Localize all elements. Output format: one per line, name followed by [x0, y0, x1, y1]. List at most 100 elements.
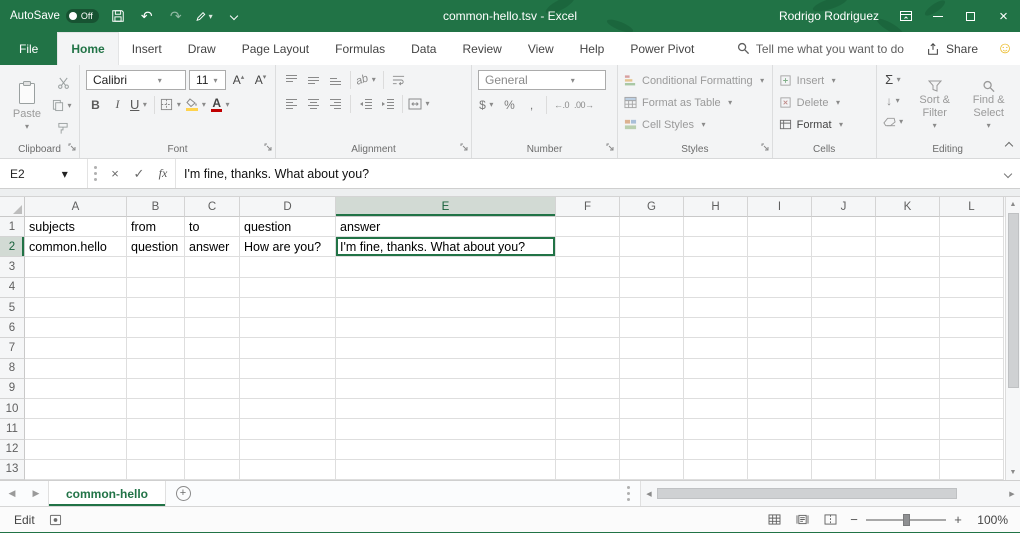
scroll-left-icon[interactable]: ◀: [641, 490, 657, 498]
conditional-formatting-button[interactable]: Conditional Formatting: [624, 70, 767, 91]
cell-L3[interactable]: [940, 257, 1004, 277]
cancel-entry-button[interactable]: ×: [103, 159, 127, 188]
cell-C7[interactable]: [185, 338, 240, 358]
fill-button[interactable]: ↓: [883, 91, 906, 110]
column-header-C[interactable]: C: [185, 197, 240, 217]
underline-button[interactable]: U: [130, 95, 149, 114]
fill-color-button[interactable]: [186, 95, 208, 114]
cell-A13[interactable]: [25, 460, 127, 480]
cell-C12[interactable]: [185, 440, 240, 460]
align-center-button[interactable]: [304, 94, 323, 113]
ribbon-display-options-button[interactable]: [891, 0, 921, 32]
styles-dialog-launcher[interactable]: [761, 143, 769, 154]
cell-C3[interactable]: [185, 257, 240, 277]
cell-C11[interactable]: [185, 419, 240, 439]
cell-I10[interactable]: [748, 399, 812, 419]
cell-A5[interactable]: [25, 298, 127, 318]
row-header-8[interactable]: 8: [0, 359, 25, 379]
scroll-up-icon[interactable]: ▲: [1010, 197, 1017, 212]
row-header-13[interactable]: 13: [0, 460, 25, 480]
name-box[interactable]: E2: [0, 159, 88, 188]
cell-K9[interactable]: [876, 379, 940, 399]
cell-I2[interactable]: [748, 237, 812, 257]
sheet-tab-common-hello[interactable]: common-hello: [48, 481, 166, 506]
orientation-button[interactable]: ab: [356, 70, 378, 89]
minimize-button[interactable]: [921, 0, 954, 32]
cell-I4[interactable]: [748, 278, 812, 298]
cell-A7[interactable]: [25, 338, 127, 358]
scroll-right-icon[interactable]: ▶: [1004, 490, 1020, 498]
cell-K10[interactable]: [876, 399, 940, 419]
cell-J13[interactable]: [812, 460, 876, 480]
cell-K12[interactable]: [876, 440, 940, 460]
cell-B2[interactable]: question: [127, 237, 185, 257]
cell-D3[interactable]: [240, 257, 336, 277]
cell-F8[interactable]: [556, 359, 620, 379]
align-right-button[interactable]: [326, 94, 345, 113]
cell-E3[interactable]: [336, 257, 556, 277]
row-header-12[interactable]: 12: [0, 440, 25, 460]
cut-button[interactable]: [52, 73, 74, 92]
row-header-5[interactable]: 5: [0, 298, 25, 318]
row-header-6[interactable]: 6: [0, 318, 25, 338]
cell-H3[interactable]: [684, 257, 748, 277]
tab-power-pivot[interactable]: Power Pivot: [617, 32, 707, 65]
cell-G8[interactable]: [620, 359, 684, 379]
cell-L2[interactable]: [940, 237, 1004, 257]
cell-D1[interactable]: question: [240, 217, 336, 237]
cell-F9[interactable]: [556, 379, 620, 399]
tab-page-layout[interactable]: Page Layout: [229, 32, 322, 65]
cell-H6[interactable]: [684, 318, 748, 338]
cell-E4[interactable]: [336, 278, 556, 298]
cell-A11[interactable]: [25, 419, 127, 439]
cell-B13[interactable]: [127, 460, 185, 480]
row-header-10[interactable]: 10: [0, 399, 25, 419]
cell-E1[interactable]: answer: [336, 217, 556, 237]
cell-D13[interactable]: [240, 460, 336, 480]
cell-G5[interactable]: [620, 298, 684, 318]
column-header-D[interactable]: D: [240, 197, 336, 217]
cell-J11[interactable]: [812, 419, 876, 439]
cell-E2[interactable]: I'm fine, thanks. What about you?: [336, 237, 556, 257]
align-bottom-button[interactable]: [326, 70, 345, 89]
insert-function-button[interactable]: fx: [151, 159, 175, 188]
zoom-level[interactable]: 100%: [970, 513, 1008, 527]
cell-H10[interactable]: [684, 399, 748, 419]
tell-me-box[interactable]: Tell me what you want to do: [727, 32, 914, 65]
cell-C6[interactable]: [185, 318, 240, 338]
zoom-slider-thumb[interactable]: [903, 514, 910, 526]
cell-J7[interactable]: [812, 338, 876, 358]
cell-I12[interactable]: [748, 440, 812, 460]
column-header-K[interactable]: K: [876, 197, 940, 217]
find-select-button[interactable]: Find & Select: [964, 70, 1014, 140]
cell-J3[interactable]: [812, 257, 876, 277]
cell-G11[interactable]: [620, 419, 684, 439]
cell-A6[interactable]: [25, 318, 127, 338]
cell-B12[interactable]: [127, 440, 185, 460]
cell-H8[interactable]: [684, 359, 748, 379]
cell-B7[interactable]: [127, 338, 185, 358]
delete-cells-button[interactable]: Delete: [779, 92, 871, 113]
cell-H5[interactable]: [684, 298, 748, 318]
cell-A4[interactable]: [25, 278, 127, 298]
cell-F13[interactable]: [556, 460, 620, 480]
cell-I1[interactable]: [748, 217, 812, 237]
cell-L11[interactable]: [940, 419, 1004, 439]
cell-G13[interactable]: [620, 460, 684, 480]
row-header-1[interactable]: 1: [0, 217, 25, 237]
feedback-button[interactable]: ☺: [990, 32, 1020, 65]
cell-D6[interactable]: [240, 318, 336, 338]
cell-L7[interactable]: [940, 338, 1004, 358]
cell-E11[interactable]: [336, 419, 556, 439]
column-header-L[interactable]: L: [940, 197, 1004, 217]
cell-L8[interactable]: [940, 359, 1004, 379]
cell-E7[interactable]: [336, 338, 556, 358]
cell-F6[interactable]: [556, 318, 620, 338]
cell-L10[interactable]: [940, 399, 1004, 419]
cell-I3[interactable]: [748, 257, 812, 277]
pen-tool-button[interactable]: [195, 5, 215, 27]
autosum-button[interactable]: Σ: [883, 70, 906, 89]
formula-input[interactable]: I'm fine, thanks. What about you?: [175, 159, 996, 188]
cell-C2[interactable]: answer: [185, 237, 240, 257]
cell-L4[interactable]: [940, 278, 1004, 298]
